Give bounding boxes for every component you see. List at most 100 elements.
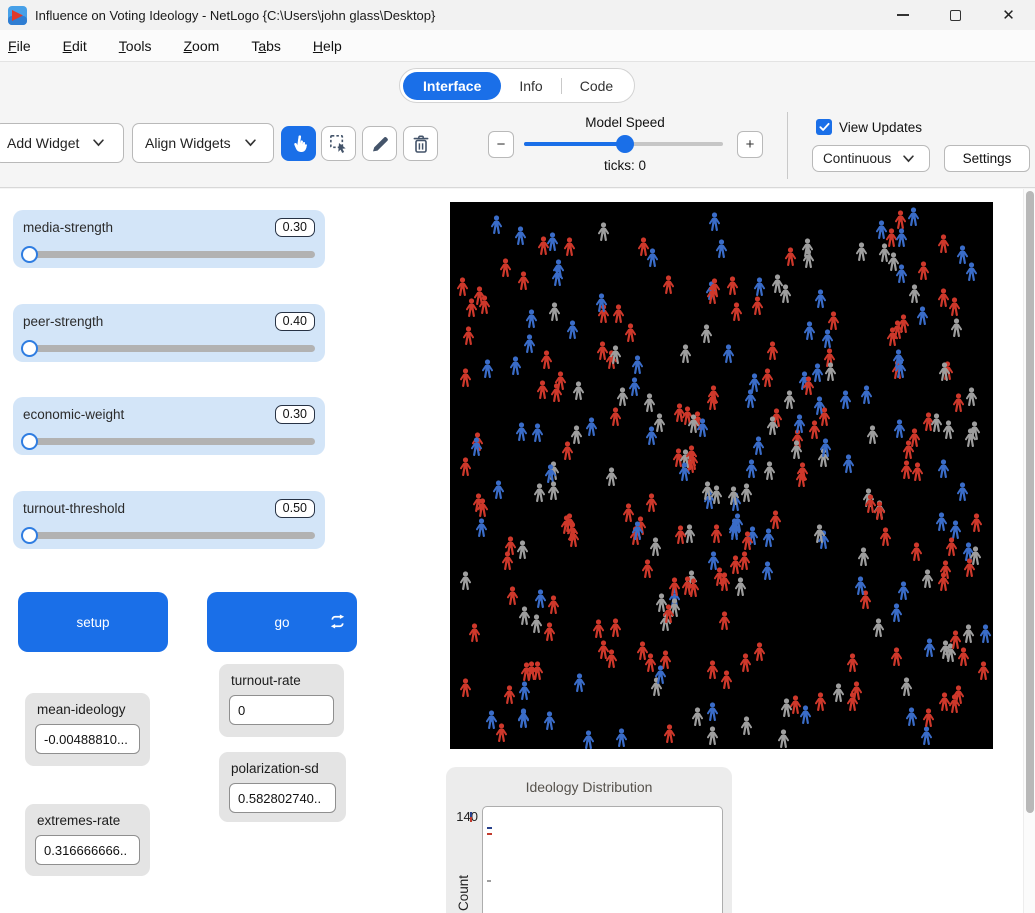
agent-person (917, 261, 930, 281)
plot-axis-mark (470, 817, 472, 822)
speed-slider-fill (524, 142, 623, 146)
delete-widget-tool-button[interactable] (403, 126, 438, 161)
monitor-value: -0.00488810... (35, 724, 140, 754)
agent-person (525, 661, 538, 681)
agent-person (662, 275, 675, 295)
vertical-scrollbar[interactable] (1023, 189, 1035, 913)
slider-track[interactable] (23, 251, 315, 258)
agent-person (771, 274, 784, 294)
agent-person (537, 236, 550, 256)
agent-person (729, 555, 742, 575)
chevron-down-icon (245, 139, 256, 147)
agent-person (783, 390, 796, 410)
tab-info[interactable]: Info (501, 72, 560, 100)
slider-handle[interactable] (21, 433, 38, 450)
agent-person (895, 228, 908, 248)
agent-person (727, 486, 740, 506)
agent-person (979, 624, 992, 644)
minimize-button[interactable] (876, 0, 929, 30)
agent-person (475, 518, 488, 538)
plot-pen-mark (487, 827, 492, 829)
agent-person (866, 425, 879, 445)
agent-person (662, 604, 675, 624)
menu-tools[interactable]: Tools (103, 38, 168, 54)
agent-person (687, 414, 700, 434)
speed-increase-button[interactable]: + (737, 131, 763, 158)
agent-person (543, 711, 556, 731)
agent-person (706, 702, 719, 722)
title-bar: Influence on Voting Ideology - NetLogo {… (0, 0, 1035, 30)
agent-person (945, 537, 958, 557)
agent-person (566, 320, 579, 340)
agent-person (952, 393, 965, 413)
slider-track[interactable] (23, 438, 315, 445)
pointer-tool-button[interactable] (281, 126, 316, 161)
agent-person (490, 215, 503, 235)
align-widgets-dropdown[interactable]: Align Widgets (132, 123, 274, 163)
slider-track[interactable] (23, 532, 315, 539)
menu-file[interactable]: File (0, 38, 47, 54)
slider-handle[interactable] (21, 340, 38, 357)
menu-tabs[interactable]: Tabs (235, 38, 297, 54)
slider-handle[interactable] (21, 246, 38, 263)
forever-loop-icon (328, 613, 347, 630)
netlogo-window: Influence on Voting Ideology - NetLogo {… (0, 0, 1035, 913)
scrollbar-thumb[interactable] (1026, 191, 1034, 813)
select-widgets-tool-button[interactable] (321, 126, 356, 161)
slider-turnout-threshold[interactable]: turnout-threshold 0.50 (13, 491, 325, 549)
agent-person (795, 468, 808, 488)
agent-person (470, 437, 483, 457)
setup-button[interactable]: setup (18, 592, 168, 652)
agent-person (962, 624, 975, 644)
ticks-counter: ticks: 0 (540, 158, 710, 173)
tab-code[interactable]: Code (562, 72, 631, 100)
agent-person (957, 647, 970, 667)
model-speed-slider[interactable] (524, 142, 723, 146)
edit-widget-tool-button[interactable] (362, 126, 397, 161)
agent-person (824, 362, 837, 382)
world-view[interactable] (450, 202, 993, 749)
agent-person (751, 296, 764, 316)
slider-economic-weight[interactable]: economic-weight 0.30 (13, 397, 325, 455)
slider-value-box: 0.30 (275, 218, 315, 237)
agent-person (842, 454, 855, 474)
agent-person (864, 494, 877, 514)
agent-person (780, 698, 793, 718)
update-mode-dropdown[interactable]: Continuous (812, 145, 930, 172)
menu-edit[interactable]: Edit (47, 38, 103, 54)
menu-zoom[interactable]: Zoom (167, 38, 235, 54)
maximize-button[interactable] (929, 0, 982, 30)
agent-person (597, 222, 610, 242)
view-updates-checkbox[interactable] (816, 119, 832, 135)
menu-help[interactable]: Help (297, 38, 358, 54)
agent-person (814, 692, 827, 712)
agent-person (540, 350, 553, 370)
agent-person (977, 661, 990, 681)
slider-track[interactable] (23, 345, 315, 352)
agent-person (740, 483, 753, 503)
slider-media-strength[interactable]: media-strength 0.30 (13, 210, 325, 268)
agent-person (739, 653, 752, 673)
tab-interface[interactable]: Interface (403, 72, 501, 100)
agent-person (846, 653, 859, 673)
agent-person (846, 692, 859, 712)
slider-peer-strength[interactable]: peer-strength 0.40 (13, 304, 325, 362)
monitor-extremes-rate: extremes-rate 0.316666666.. (25, 804, 150, 876)
agent-person (818, 407, 831, 427)
agent-person (892, 349, 905, 369)
agent-person (827, 311, 840, 331)
go-button[interactable]: go (207, 592, 357, 652)
agent-person (803, 321, 816, 341)
close-button[interactable]: ✕ (982, 0, 1035, 30)
view-updates-control[interactable]: View Updates (816, 119, 922, 135)
speed-slider-handle[interactable] (616, 135, 634, 153)
monitor-value: 0 (229, 695, 334, 725)
agent-person (854, 576, 867, 596)
settings-button[interactable]: Settings (944, 145, 1030, 172)
agent-person (631, 355, 644, 375)
minus-icon: − (497, 136, 506, 153)
agent-person (715, 239, 728, 259)
slider-handle[interactable] (21, 527, 38, 544)
speed-decrease-button[interactable]: − (488, 131, 514, 158)
add-widget-dropdown[interactable]: Add Widget (0, 123, 124, 163)
